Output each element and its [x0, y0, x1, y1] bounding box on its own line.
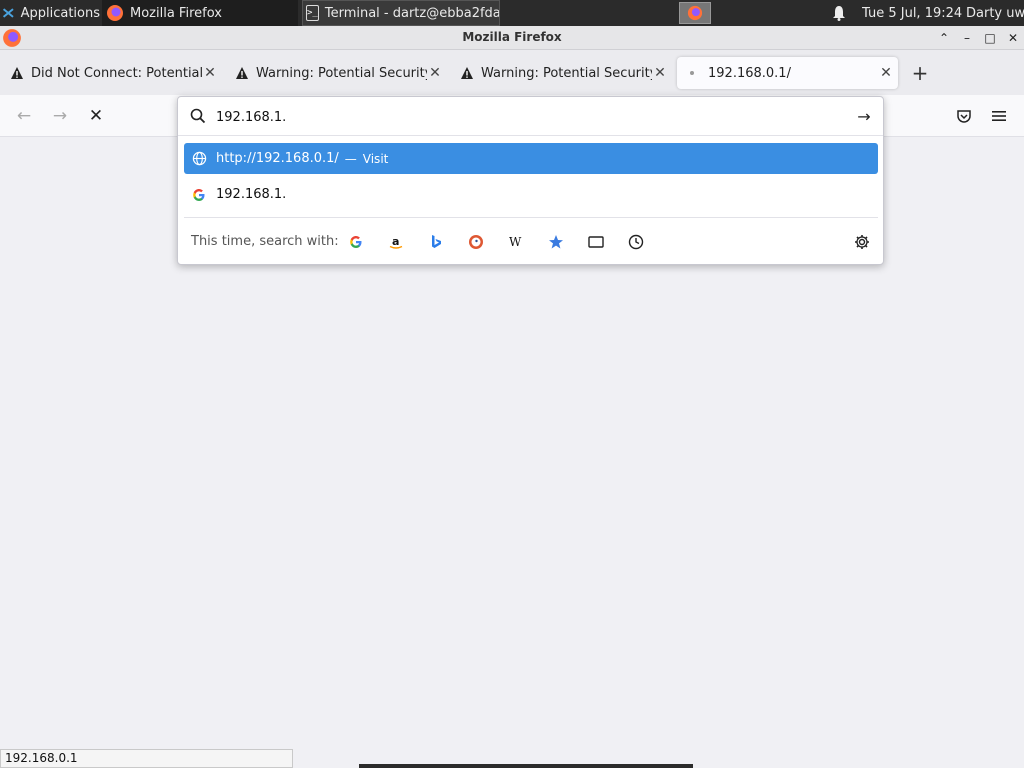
tab-strip: Did Not Connect: Potential Security Issu…	[0, 50, 1024, 95]
result-action: Visit	[362, 151, 389, 166]
minimize-button[interactable]: –	[958, 29, 976, 47]
link-status-panel: 192.168.0.1	[0, 749, 293, 768]
warning-icon	[236, 67, 248, 79]
history-engine-icon[interactable]	[626, 232, 646, 252]
bottom-panel-edge	[359, 764, 693, 768]
urlbar-result-search[interactable]: 192.168.1.	[184, 179, 878, 210]
pocket-icon[interactable]	[953, 106, 975, 126]
user-menu[interactable]: Darty uwu	[966, 0, 1024, 26]
tab-security-warning-2[interactable]: Warning: Potential Security Risk Ahead ✕	[450, 57, 672, 89]
result-search-text: 192.168.1.	[216, 187, 287, 202]
tabs-engine-icon[interactable]	[586, 232, 606, 252]
search-icon	[190, 108, 206, 124]
tab-close-button[interactable]: ✕	[878, 65, 894, 81]
url-input[interactable]	[216, 106, 836, 128]
urlbar-input-row: →	[178, 97, 883, 136]
wikipedia-engine-icon[interactable]: W	[506, 232, 526, 252]
tab-title: Warning: Potential Security Risk Ahead	[481, 65, 652, 81]
clock[interactable]: Tue 5 Jul, 19:24	[862, 0, 962, 26]
urlbar-result-visit[interactable]: http://192.168.0.1/ — Visit	[184, 143, 878, 174]
tab-title: 192.168.0.1/	[708, 65, 791, 81]
one-off-search-bar: This time, search with: a W	[184, 217, 878, 265]
firefox-icon	[687, 5, 703, 21]
tab-close-button[interactable]: ✕	[202, 65, 218, 81]
back-button[interactable]: ←	[12, 105, 36, 127]
new-tab-button[interactable]: +	[908, 62, 932, 86]
google-icon	[191, 188, 207, 202]
urlbar-popup: → http://192.168.0.1/ — Visit 192.168.1.…	[177, 96, 884, 265]
warning-icon	[461, 67, 473, 79]
svg-text:a: a	[392, 235, 399, 248]
taskbar: Applications Mozilla Firefox >_ Terminal…	[0, 0, 1024, 26]
applications-menu[interactable]: Applications	[2, 0, 100, 26]
go-arrow-button[interactable]: →	[854, 107, 874, 127]
workspace-switcher[interactable]	[679, 2, 711, 24]
bing-engine-icon[interactable]	[426, 232, 446, 252]
bookmarks-engine-icon[interactable]	[546, 232, 566, 252]
firefox-icon	[107, 5, 123, 21]
applications-label: Applications	[20, 5, 100, 21]
loading-dot-icon	[690, 71, 694, 75]
stop-button[interactable]: ✕	[84, 105, 108, 127]
forward-button[interactable]: →	[48, 105, 72, 127]
tab-security-warning-1[interactable]: Warning: Potential Security Risk Ahead ✕	[225, 57, 447, 89]
xfce-logo-icon	[2, 8, 14, 18]
globe-icon	[191, 151, 207, 166]
shade-button[interactable]: ⌃	[935, 29, 953, 47]
taskbar-firefox-label: Mozilla Firefox	[130, 5, 222, 21]
tab-close-button[interactable]: ✕	[427, 65, 443, 81]
taskbar-terminal-button[interactable]: >_ Terminal - dartz@ebba2fda...	[302, 0, 500, 26]
search-with-label: This time, search with:	[191, 234, 339, 249]
result-separator: —	[344, 151, 357, 166]
hamburger-menu-icon[interactable]	[988, 106, 1010, 126]
svg-text:W: W	[509, 235, 522, 249]
warning-icon	[11, 67, 23, 79]
result-url: http://192.168.0.1/	[216, 151, 339, 166]
window-titlebar[interactable]: Mozilla Firefox ⌃ – □ ✕	[0, 26, 1024, 50]
maximize-button[interactable]: □	[981, 29, 999, 47]
duckduckgo-engine-icon[interactable]	[466, 232, 486, 252]
tab-router-page[interactable]: 192.168.0.1/ ✕	[677, 57, 898, 89]
tab-did-not-connect[interactable]: Did Not Connect: Potential Security Issu…	[0, 57, 222, 89]
notification-bell-icon[interactable]	[831, 0, 847, 26]
google-engine-icon[interactable]	[346, 232, 366, 252]
tab-close-button[interactable]: ✕	[652, 65, 668, 81]
search-settings-gear-icon[interactable]	[852, 232, 872, 252]
taskbar-firefox-button[interactable]: Mozilla Firefox	[102, 0, 298, 26]
amazon-engine-icon[interactable]: a	[386, 232, 406, 252]
window-title: Mozilla Firefox	[462, 30, 562, 44]
close-window-button[interactable]: ✕	[1004, 29, 1022, 47]
terminal-icon: >_	[306, 5, 319, 21]
tab-title: Warning: Potential Security Risk Ahead	[256, 65, 427, 81]
taskbar-terminal-label: Terminal - dartz@ebba2fda...	[324, 5, 500, 21]
tab-title: Did Not Connect: Potential Security Issu…	[31, 65, 202, 81]
